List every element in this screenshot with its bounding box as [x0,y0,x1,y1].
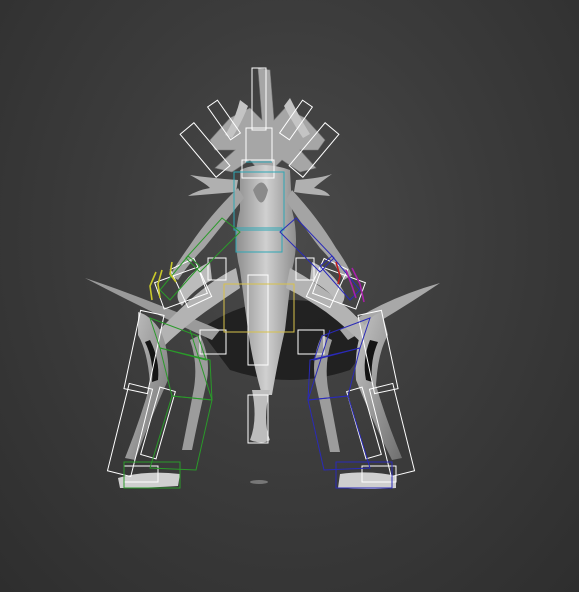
shoulder-spikes-right [294,174,332,196]
right-shin-bone[interactable] [307,395,371,471]
right-leg-mesh [355,312,402,460]
shoulder-spikes-left [188,175,238,196]
left-shin-bone[interactable] [149,395,213,471]
left-finger-2[interactable] [157,269,163,299]
body-shadow [200,300,380,380]
left-foot-mesh [118,472,180,488]
left-finger-bones[interactable] [149,261,177,301]
tail-mesh [250,390,270,443]
3d-viewport[interactable] [0,0,579,592]
right-foot-mesh [338,472,396,489]
ground-marker [250,480,268,484]
scene-canvas[interactable] [0,0,579,592]
head-crest-mesh [209,67,326,173]
creature-mesh[interactable] [85,67,440,489]
left-finger-1[interactable] [149,271,157,301]
